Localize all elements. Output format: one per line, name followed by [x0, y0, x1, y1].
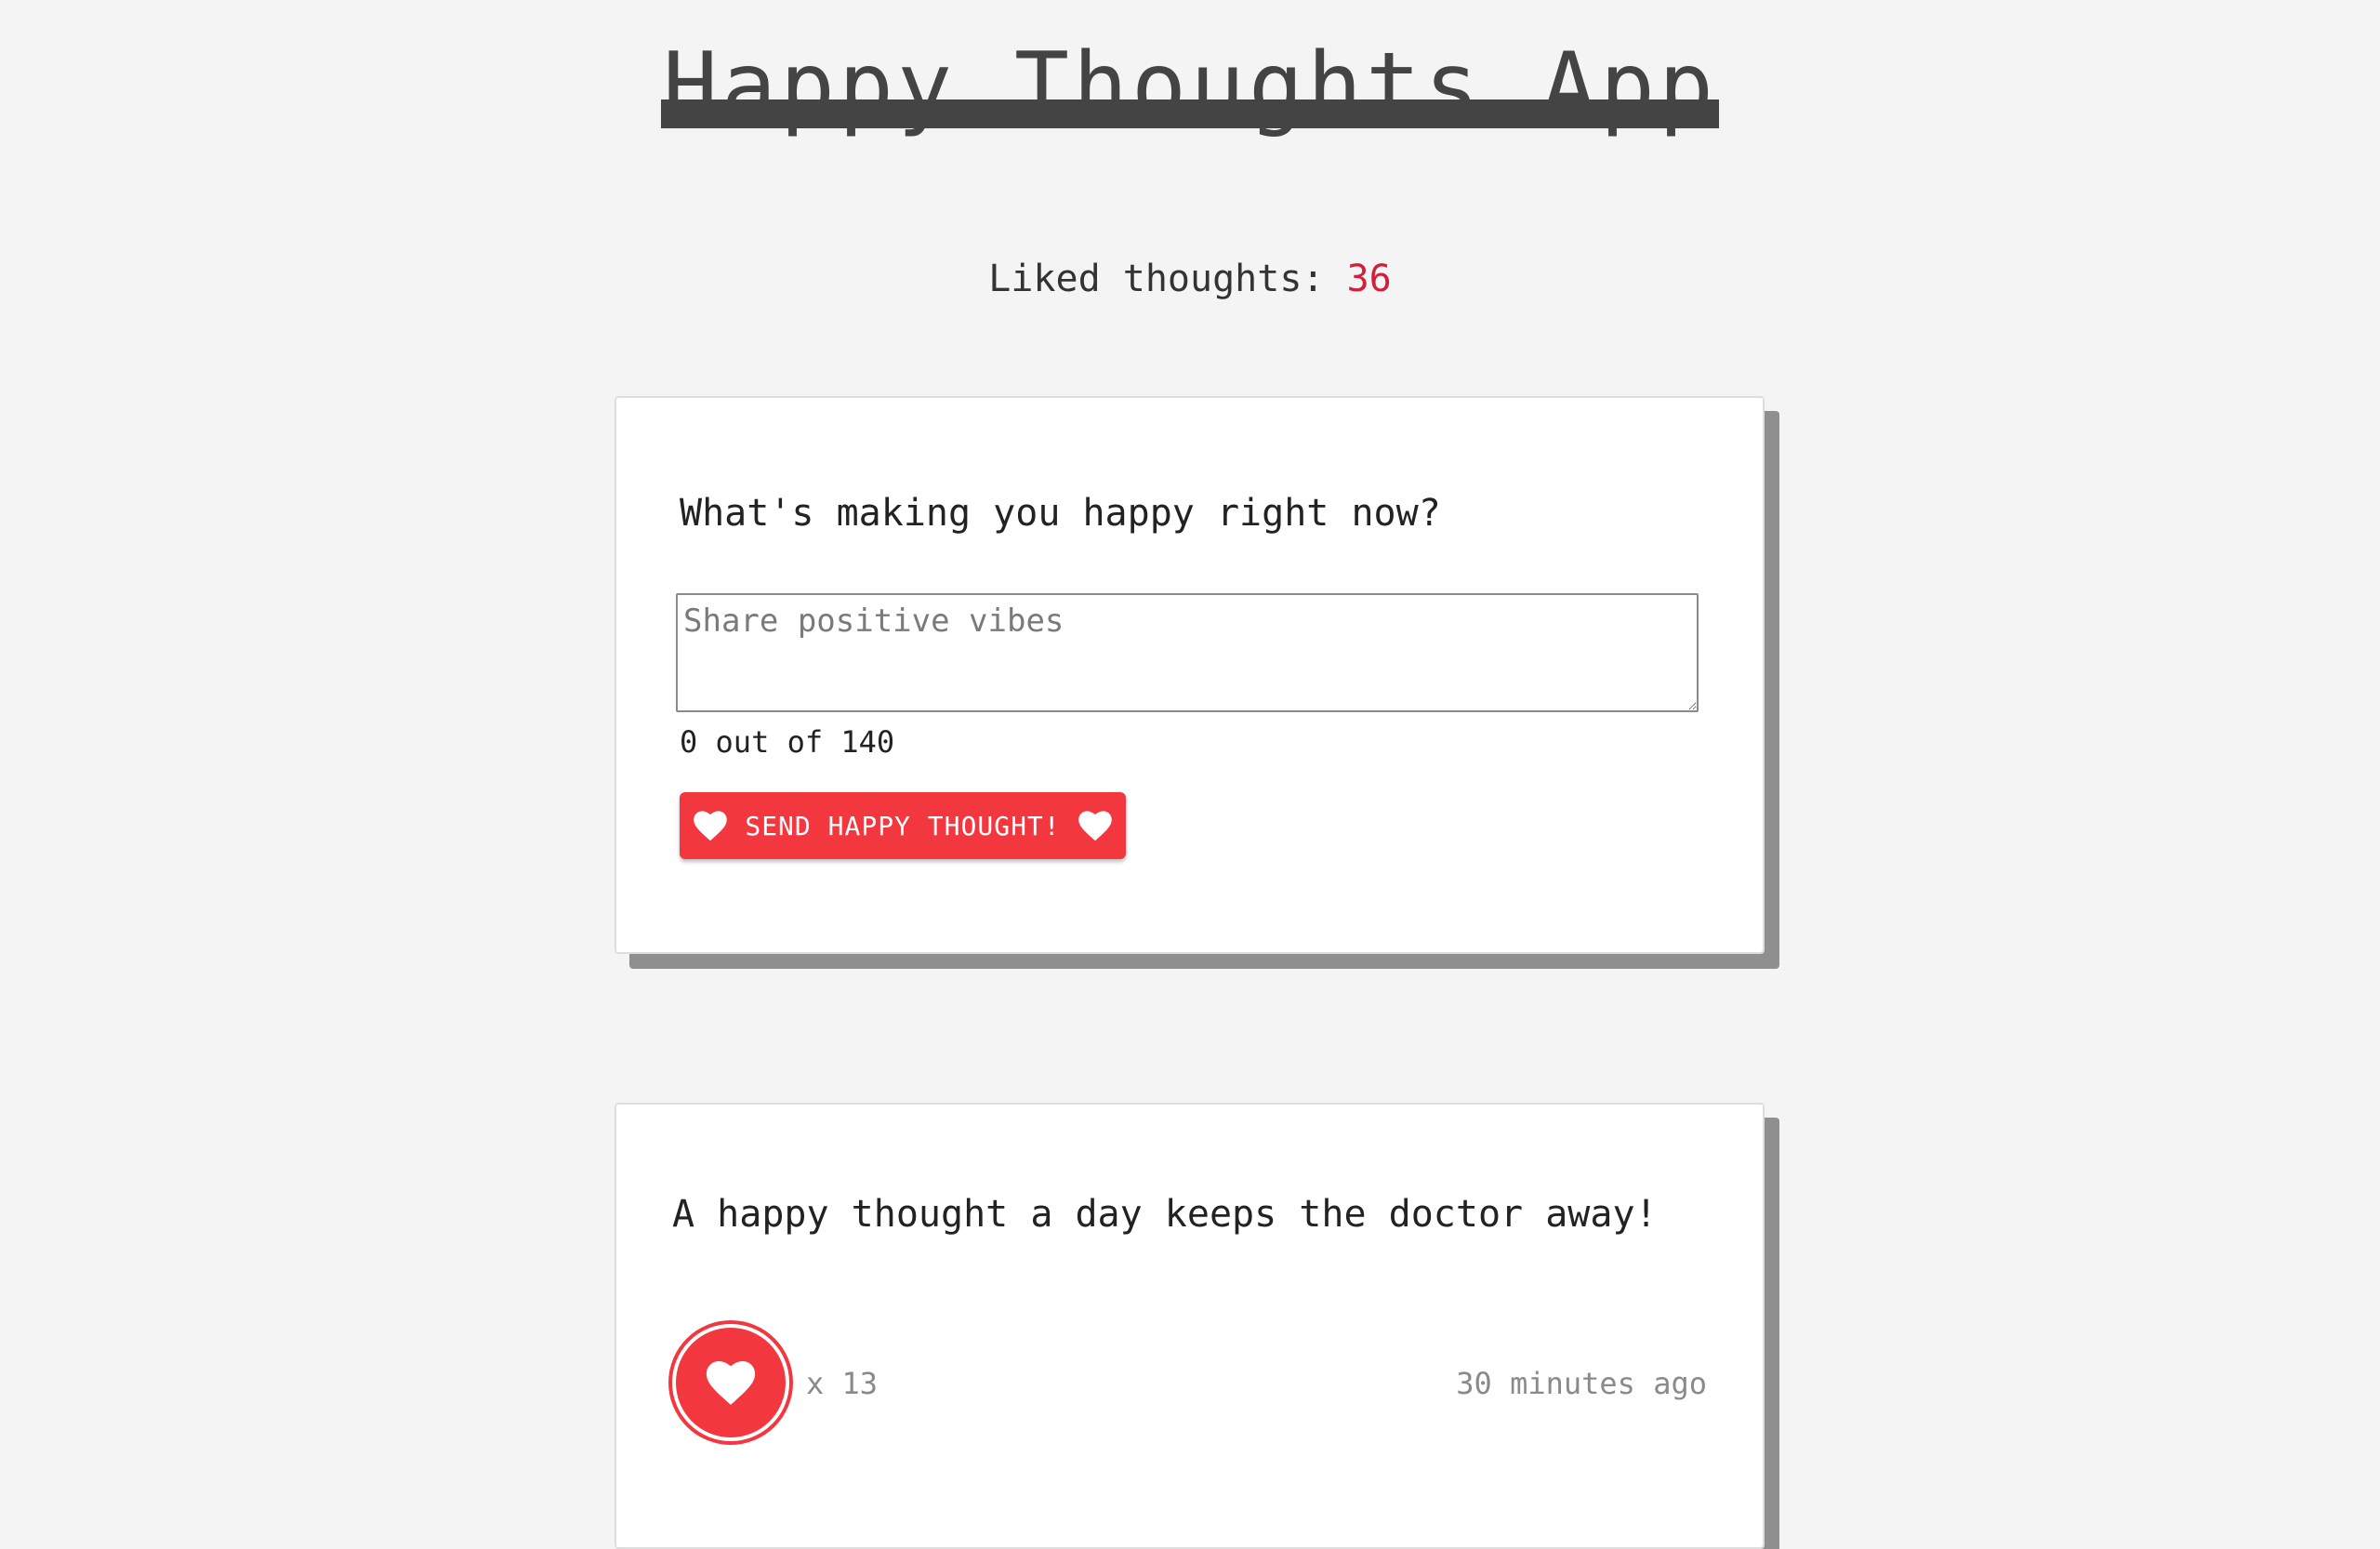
thought-form-card: What's making you happy right now? 0 out… — [615, 396, 1765, 954]
heart-icon — [1078, 811, 1112, 841]
character-counter: 0 out of 140 — [680, 724, 895, 760]
liked-thoughts-count: 36 — [1346, 258, 1392, 300]
send-button-label: SEND HAPPY THOUGHT! — [745, 810, 1061, 841]
page-title: Happy Thoughts App — [660, 33, 1720, 139]
heart-icon — [706, 1361, 756, 1405]
app-title-container: Happy Thoughts App — [0, 35, 2380, 138]
heart-icon — [694, 811, 728, 841]
liked-thoughts-label: Liked thoughts: — [988, 258, 1347, 300]
like-button[interactable] — [672, 1324, 789, 1441]
liked-thoughts-counter: Liked thoughts: 36 — [0, 253, 2380, 305]
send-happy-thought-button[interactable]: SEND HAPPY THOUGHT! — [680, 792, 1126, 859]
like-count: x 13 — [806, 1366, 879, 1401]
page-title-text: Happy Thoughts App — [662, 33, 1718, 139]
form-question: What's making you happy right now? — [680, 492, 1441, 535]
thought-card: A happy thought a day keeps the doctor a… — [615, 1103, 1765, 1549]
thought-timestamp: 30 minutes ago — [1456, 1366, 1707, 1401]
thought-input[interactable] — [676, 593, 1699, 712]
thought-message: A happy thought a day keeps the doctor a… — [672, 1193, 1658, 1236]
